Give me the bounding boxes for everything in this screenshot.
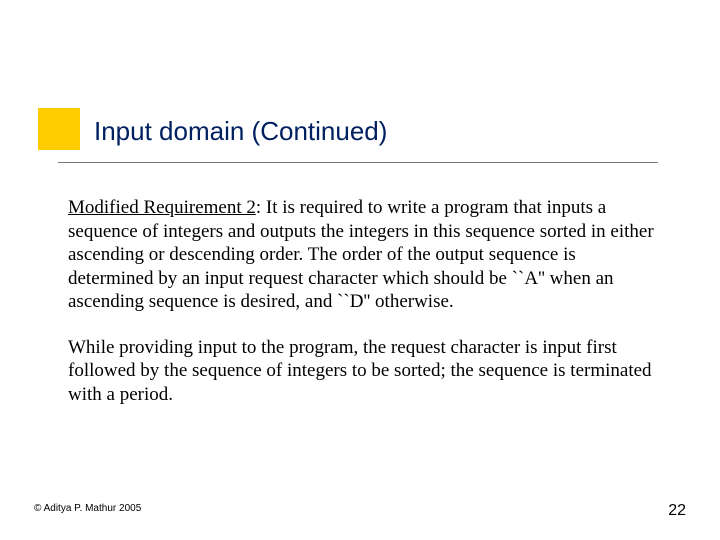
slide-body: Modified Requirement 2: It is required t… bbox=[68, 196, 662, 428]
page-number: 22 bbox=[668, 502, 686, 520]
requirement-label: Modified Requirement 2 bbox=[68, 197, 256, 218]
title-underline bbox=[58, 162, 658, 163]
slide-title: Input domain (Continued) bbox=[94, 116, 387, 147]
accent-square bbox=[38, 108, 80, 150]
paragraph-2: While providing input to the program, th… bbox=[68, 336, 662, 407]
paragraph-1: Modified Requirement 2: It is required t… bbox=[68, 196, 662, 314]
footer-copyright: © Aditya P. Mathur 2005 bbox=[34, 503, 141, 514]
